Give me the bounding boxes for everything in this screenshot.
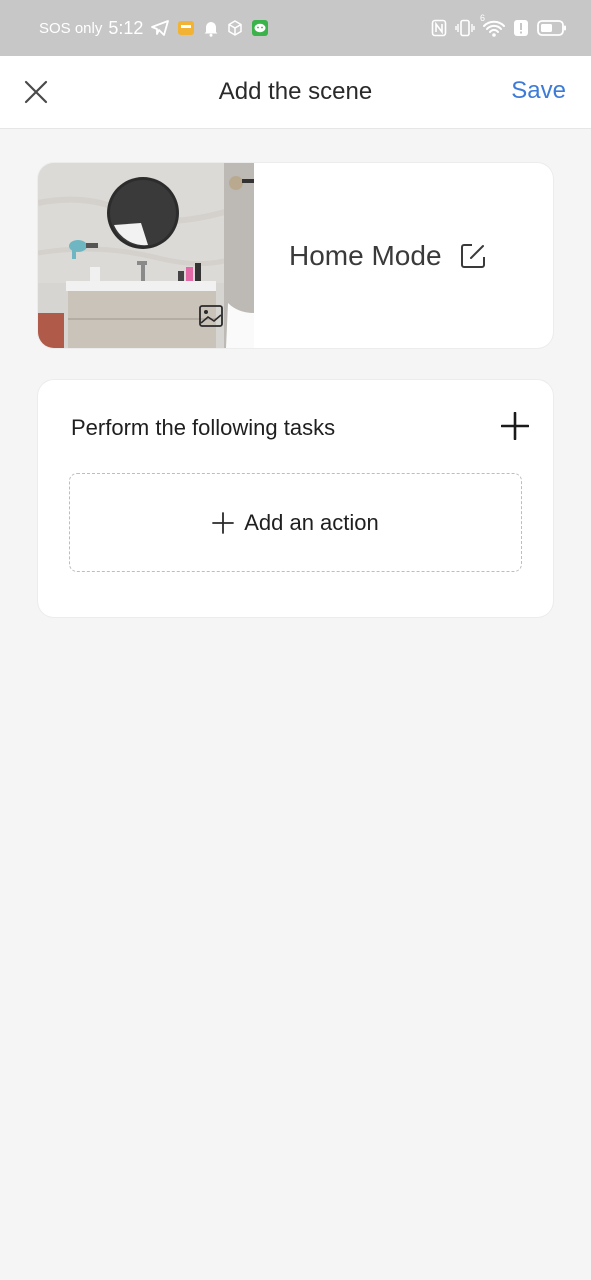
alert-icon <box>513 19 529 37</box>
clock: 5:12 <box>108 17 144 38</box>
add-task-button[interactable] <box>499 410 531 442</box>
cube-icon <box>227 20 243 36</box>
scene-cover-image[interactable] <box>38 163 256 348</box>
wechat-icon <box>251 19 269 37</box>
edit-icon <box>460 244 485 268</box>
wallet-app-icon <box>177 19 195 37</box>
status-bar-left: SOS only 5:12 <box>39 18 269 39</box>
bell-icon <box>203 19 219 37</box>
save-button[interactable]: Save <box>511 77 566 105</box>
scene-name: Home Mode <box>289 240 442 271</box>
vibrate-icon <box>455 19 475 37</box>
add-action-label: Add an action <box>244 509 379 535</box>
tasks-title: Perform the following tasks <box>71 415 336 440</box>
status-bar-right: 6 <box>431 13 567 37</box>
wifi-generation-label: 6 <box>480 13 486 23</box>
telegram-icon <box>151 20 170 36</box>
scene-card: Home Mode <box>38 163 553 348</box>
nfc-icon <box>431 19 447 37</box>
battery-icon <box>537 19 567 37</box>
scene-name-editor[interactable]: Home Mode <box>289 240 486 272</box>
carrier-label: SOS only <box>39 19 103 37</box>
wifi-icon: 6 <box>480 13 505 37</box>
status-bar: SOS only 5:12 6 <box>0 0 591 56</box>
app-header: Add the scene Save <box>0 56 591 129</box>
page-title: Add the scene <box>218 78 373 105</box>
plus-icon <box>212 511 235 534</box>
plus-icon <box>501 412 529 440</box>
tasks-card: Perform the following tasks Add an actio… <box>38 380 553 617</box>
add-action-button[interactable]: Add an action <box>69 473 522 572</box>
